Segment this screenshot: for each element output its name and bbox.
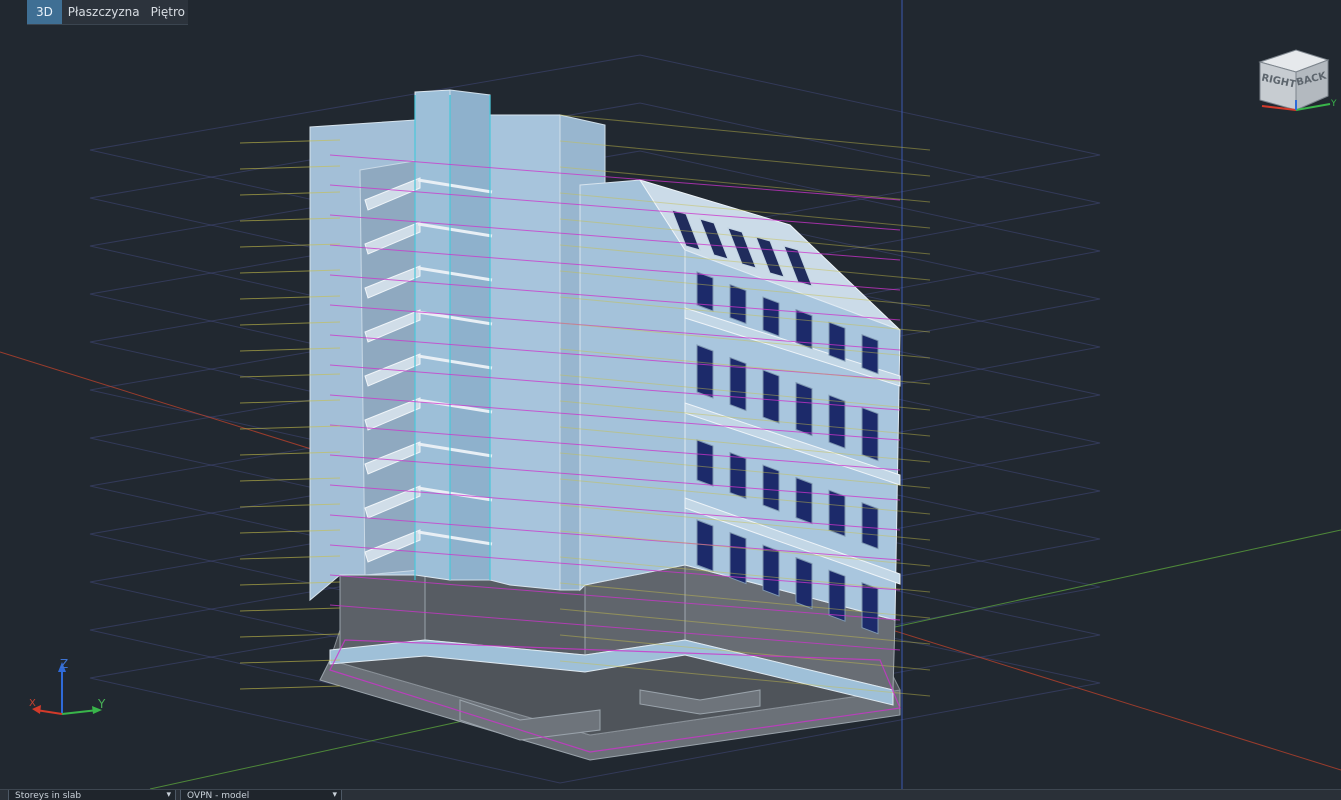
facade-window bbox=[795, 476, 813, 525]
facade-window bbox=[795, 381, 813, 437]
viewcube[interactable]: RIGHT BACK Y bbox=[1252, 44, 1338, 120]
viewcube-axis-y-label: Y bbox=[1330, 99, 1337, 109]
facade-window bbox=[861, 581, 879, 635]
facade-window bbox=[861, 333, 879, 375]
facade-window bbox=[696, 344, 714, 399]
ucs-x-label: X bbox=[29, 698, 36, 709]
yellow-edge-line bbox=[239, 659, 341, 664]
facade-window bbox=[729, 283, 747, 325]
yellow-edge-line bbox=[239, 607, 341, 612]
ucs-z-label: Z bbox=[60, 657, 68, 671]
bottom-status-bar: Storeys in slab ▾ OVPN - model ▾ bbox=[0, 789, 1341, 800]
yellow-edge-line bbox=[559, 114, 931, 151]
yellow-edge-line bbox=[559, 140, 931, 177]
stair-core-right bbox=[449, 89, 491, 581]
facade-window bbox=[729, 451, 747, 500]
facade-window bbox=[828, 394, 846, 449]
facade-window bbox=[828, 321, 846, 362]
facade-window bbox=[762, 369, 780, 424]
facade-window bbox=[828, 489, 846, 537]
floor-button[interactable]: Piętro bbox=[146, 0, 188, 24]
3d-viewport[interactable] bbox=[0, 0, 1341, 799]
yellow-edge-line bbox=[239, 633, 341, 638]
ucs-icon: Z Y X bbox=[26, 652, 116, 722]
yellow-edge-line bbox=[239, 685, 341, 690]
facade-window bbox=[861, 501, 879, 550]
facade-window bbox=[696, 439, 714, 487]
plane-button[interactable]: Płaszczyzna bbox=[62, 0, 146, 24]
view-3d-button[interactable]: 3D bbox=[27, 0, 62, 24]
view-toolbar: 3D Płaszczyzna Piętro bbox=[27, 0, 188, 25]
facade-window bbox=[729, 531, 747, 585]
facade-window bbox=[861, 406, 879, 462]
building-model[interactable] bbox=[0, 0, 1341, 789]
facade-window bbox=[762, 544, 780, 597]
facade-window bbox=[828, 569, 846, 622]
ucs-y-label: Y bbox=[97, 697, 106, 711]
